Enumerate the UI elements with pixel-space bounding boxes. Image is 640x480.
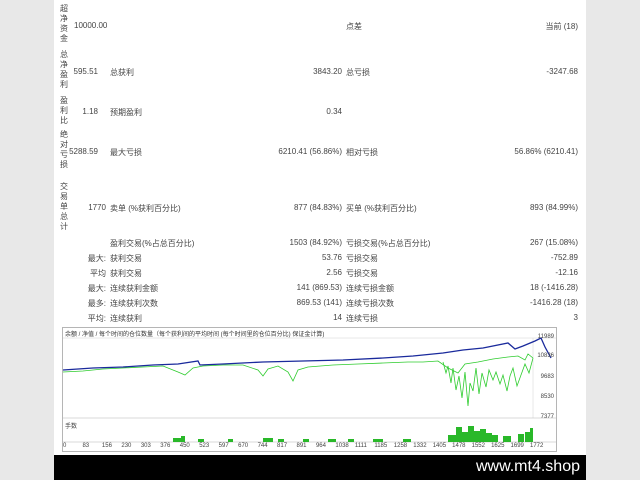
- equity-line: [63, 353, 534, 382]
- right-margin: [586, 0, 640, 480]
- x-tick: 1772: [530, 443, 544, 449]
- profit-trades-value: 1503 (84.92%): [289, 238, 342, 247]
- absolute-drawdown-value: 5288.59: [69, 147, 98, 156]
- average-consecutive-wins-value: 14: [333, 313, 342, 322]
- x-tick: 964: [315, 443, 326, 449]
- max-consecutive-profit-value: 869.53 (141): [296, 298, 342, 307]
- max-consecutive-wins-value: 141 (869.53): [296, 283, 342, 292]
- profit-factor-value: 1.18: [82, 107, 98, 116]
- average-consecutive-wins-label: 连续获利: [110, 314, 142, 323]
- max-consecutive-profit-label: 连续获利次数: [110, 299, 158, 308]
- label-absolute-drawdown: 绝对亏损: [60, 130, 68, 169]
- x-tick: 1699: [510, 443, 524, 449]
- gross-loss-label: 总亏损: [346, 68, 370, 77]
- label-profit-factor: 盈利比: [60, 96, 68, 125]
- relative-drawdown-label: 相对亏损: [346, 148, 378, 157]
- max-consecutive-losses-label: 连续亏损金额: [346, 284, 394, 293]
- x-tick: 450: [179, 443, 190, 449]
- maximal-drawdown-label: 最大亏损: [110, 148, 142, 157]
- max-prefix: 最大:: [87, 284, 106, 293]
- y-tick-3: 8530: [540, 394, 554, 400]
- average-loss-label: 亏损交易: [346, 269, 378, 278]
- x-tick: 891: [296, 443, 307, 449]
- x-tick: 0: [63, 443, 67, 449]
- max-consecutive-wins-label: 连续获利金额: [110, 284, 158, 293]
- x-tick: 1332: [413, 443, 427, 449]
- average-profit-value: 2.56: [326, 268, 342, 277]
- average-consecutive-prefix: 平均:: [87, 314, 106, 323]
- x-tick: 817: [277, 443, 288, 449]
- balance-line: [63, 337, 552, 371]
- x-tick: 1552: [471, 443, 485, 449]
- net-profit-value: 595.51: [73, 67, 98, 76]
- x-tick: 1038: [335, 443, 349, 449]
- largest-loss-value: -752.89: [550, 253, 578, 262]
- max-consecutive-losses-value: 18 (-1416.28): [529, 283, 578, 292]
- max-consecutive-loss-label: 连续亏损次数: [346, 299, 394, 308]
- x-tick: 156: [101, 443, 112, 449]
- x-tick: 744: [257, 443, 268, 449]
- most-prefix: 最多:: [87, 299, 106, 308]
- gross-profit-value: 3843.20: [313, 67, 342, 76]
- x-tick: 670: [238, 443, 249, 449]
- short-positions-label: 卖单 (%获利百分比): [110, 204, 181, 213]
- long-positions-label: 买单 (%获利百分比): [346, 204, 417, 213]
- profit-trades-label: 盈利交易(%占总百分比): [110, 239, 195, 248]
- left-margin: [0, 0, 54, 480]
- largest-profit-label: 获利交易: [110, 254, 142, 263]
- expected-payoff-label: 预期盈利: [110, 108, 142, 117]
- largest-loss-label: 亏损交易: [346, 254, 378, 263]
- label-total-trades: 交易单总计: [60, 182, 68, 231]
- loss-trades-value: 267 (15.08%): [529, 238, 578, 247]
- x-tick: 303: [140, 443, 151, 449]
- average-loss-value: -12.16: [555, 268, 578, 277]
- equity-spikes: [442, 357, 534, 407]
- x-tick: 1258: [393, 443, 408, 449]
- expected-payoff-value: 0.34: [326, 107, 342, 116]
- x-tick: 1111: [354, 443, 367, 449]
- largest-profit-value: 53.76: [321, 253, 342, 262]
- balance-chart: 余额 / 净值 / 每个时间的仓位数量（每个获利间的平均时间 (每个时间里的仓位…: [62, 327, 557, 452]
- x-tick: 376: [160, 443, 171, 449]
- long-positions-value: 893 (84.99%): [529, 203, 578, 212]
- chart-plot: [63, 337, 556, 443]
- max-consecutive-loss-value: -1416.28 (18): [529, 298, 578, 307]
- maximal-drawdown-value: 6210.41 (56.86%): [278, 147, 342, 156]
- y-tick-1: 10836: [537, 353, 554, 359]
- volume-label: 手数: [65, 424, 78, 430]
- average-consecutive-losses-label: 连续亏损: [346, 314, 378, 323]
- average-profit-label: 获利交易: [110, 269, 142, 278]
- x-tick: 1405: [432, 443, 447, 449]
- x-tick: 1625: [491, 443, 505, 449]
- short-positions-value: 877 (84.83%): [293, 203, 342, 212]
- largest-prefix: 最大:: [87, 254, 106, 263]
- average-consecutive-losses-value: 3: [573, 313, 578, 322]
- loss-trades-label: 亏损交易(%占总百分比): [346, 239, 431, 248]
- y-tick-4: 7377: [540, 414, 554, 420]
- average-prefix: 平均: [90, 269, 106, 278]
- x-tick: 1185: [374, 443, 388, 449]
- gross-loss-value: -3247.68: [546, 67, 578, 76]
- x-tick: 1478: [452, 443, 466, 449]
- gross-profit-label: 总获利: [110, 68, 134, 77]
- footer-bar: www.mt4.shop: [54, 455, 586, 480]
- spread-label: 点差: [346, 22, 362, 31]
- strategy-report: 超净资金 总净盈利 盈利比 绝对亏损 交易单总计 10000.00 点差 当前 …: [54, 0, 586, 455]
- initial-deposit-value: 10000.00: [74, 21, 108, 30]
- volume-bars: [173, 426, 533, 442]
- x-tick: 83: [82, 443, 90, 449]
- label-net-profit: 总净盈利: [60, 50, 68, 89]
- x-tick: 230: [121, 443, 132, 449]
- relative-drawdown-value: 56.86% (6210.41): [514, 147, 578, 156]
- y-tick-2: 9683: [540, 374, 554, 380]
- footer-watermark: www.mt4.shop: [475, 458, 580, 475]
- total-trades-value: 1770: [88, 203, 106, 212]
- y-tick-0: 11989: [537, 334, 554, 340]
- label-initial-deposit: 超净资金: [60, 4, 68, 43]
- x-tick: 523: [199, 443, 210, 449]
- x-tick: 597: [218, 443, 229, 449]
- spread-value: 当前 (18): [545, 22, 578, 31]
